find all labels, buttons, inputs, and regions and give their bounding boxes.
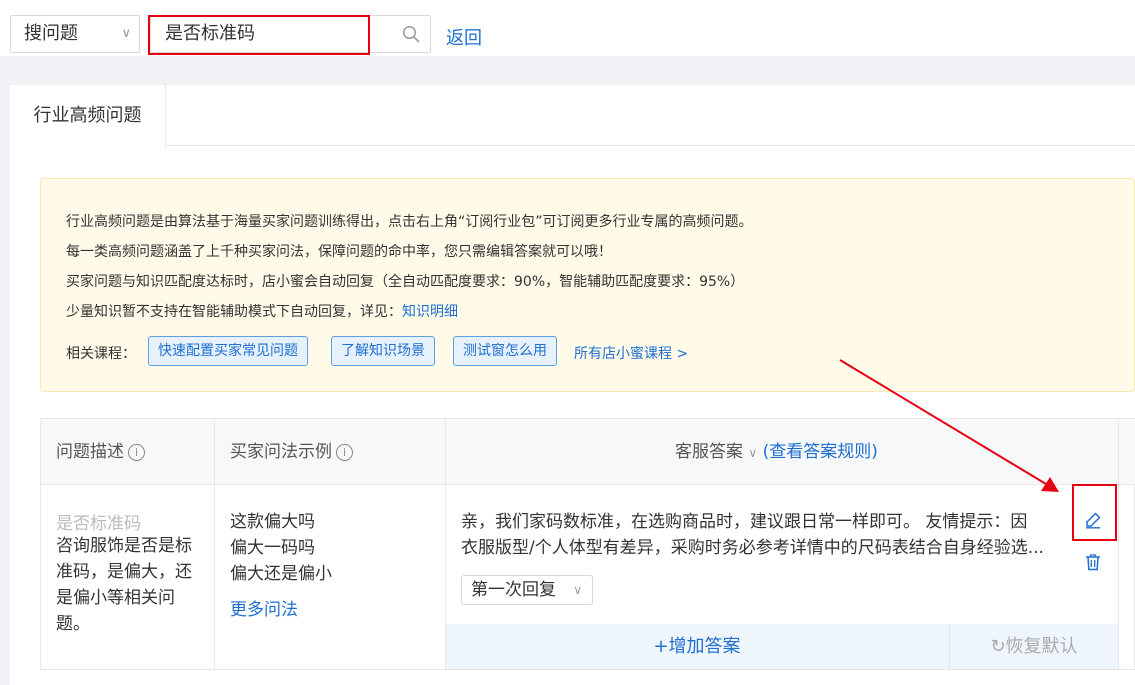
- search-highlight-box: [148, 15, 370, 55]
- table-header: [41, 419, 1135, 485]
- tab-industry-faq[interactable]: 行业高频问题: [10, 85, 166, 147]
- add-answer-button[interactable]: +增加答案: [446, 624, 948, 669]
- notice-line: 行业高频问题是由算法基于海量买家问题训练得出，点击右上角“订阅行业包”可订阅更多…: [66, 214, 753, 230]
- chevron-down-icon[interactable]: ∨: [748, 446, 757, 460]
- notice-line-text: 少量知识暂不支持在智能辅助模式下自动回复，详见：: [66, 304, 402, 320]
- main-card: 行业高频问题 行业高频问题是由算法基于海量买家问题训练得出，点击右上角“订阅行业…: [10, 85, 1135, 685]
- chevron-down-icon: ∨: [121, 26, 131, 41]
- info-icon[interactable]: i: [336, 444, 353, 461]
- notice-line: 每一类高频问题涵盖了上千种买家问法，保障问题的命中率，您只需编辑答案就可以哦！: [66, 244, 612, 260]
- question-title: 是否标准码: [56, 514, 141, 534]
- search-icon[interactable]: [402, 25, 420, 43]
- header-question-label: 问题描述: [56, 442, 124, 462]
- answer-actions: +增加答案 ↻恢复默认: [446, 624, 1118, 669]
- course-button[interactable]: 了解知识场景: [331, 336, 435, 366]
- header-answer-label[interactable]: 客服答案: [675, 442, 743, 462]
- answer-text: 亲，我们家码数标准，在选购商品时，建议跟日常一样即可。 友情提示：因 衣服版型/…: [461, 509, 1071, 561]
- trash-icon[interactable]: [1084, 553, 1102, 571]
- example-item: 偏大还是偏小: [230, 564, 332, 584]
- column-divider: [214, 419, 215, 669]
- course-button[interactable]: 测试窗怎么用: [453, 336, 557, 366]
- reply-order-select[interactable]: 第一次回复 ∨: [461, 575, 593, 605]
- knowledge-detail-link[interactable]: 知识明细: [402, 304, 458, 320]
- question-description: 咨询服饰是否是标准码，是偏大，还是偏小等相关问题。: [56, 536, 192, 634]
- header-examples: 买家问法示例 i: [230, 419, 353, 485]
- tab-bar: 行业高频问题: [10, 85, 1135, 147]
- restore-default-button[interactable]: ↻恢复默认: [949, 624, 1118, 669]
- example-item: 偏大一码吗: [230, 538, 315, 558]
- courses-label: 相关课程：: [66, 346, 136, 362]
- info-icon[interactable]: i: [128, 444, 145, 461]
- edit-highlight-box: [1072, 484, 1117, 541]
- header-examples-label: 买家问法示例: [230, 442, 332, 462]
- answer-line: 亲，我们家码数标准，在选购商品时，建议跟日常一样即可。 友情提示：因: [461, 512, 1028, 532]
- more-examples-link[interactable]: 更多问法: [230, 595, 298, 620]
- course-button[interactable]: 快速配置买家常见问题: [148, 336, 308, 366]
- search-scope-select[interactable]: 搜问题 ∨: [10, 15, 140, 53]
- restore-default-label: 恢复默认: [1005, 636, 1078, 657]
- reply-order-value: 第一次回复: [471, 580, 556, 600]
- column-divider: [1118, 419, 1119, 669]
- refresh-icon: ↻: [990, 636, 1006, 657]
- faq-table: 问题描述 i 买家问法示例 i 客服答案 ∨ (查看答案规则) 是否标准码 咨询服饰…: [40, 418, 1135, 670]
- all-courses-link[interactable]: 所有店小蜜课程 >: [574, 343, 688, 363]
- header-answer: 客服答案 ∨ (查看答案规则): [675, 419, 878, 486]
- header-question: 问题描述 i: [56, 419, 145, 485]
- answer-rule-link[interactable]: (查看答案规则): [763, 442, 878, 462]
- example-list: 这款偏大吗 偏大一码吗 偏大还是偏小: [230, 509, 332, 587]
- chevron-down-icon: ∨: [573, 583, 582, 597]
- notice-panel: 行业高频问题是由算法基于海量买家问题训练得出，点击右上角“订阅行业包”可订阅更多…: [40, 178, 1135, 392]
- notice-line: 买家问题与知识匹配度达标时，店小蜜会自动回复（全自动匹配度要求：90%，智能辅助…: [66, 274, 745, 290]
- search-scope-value: 搜问题: [24, 23, 78, 44]
- back-link[interactable]: 返回: [446, 24, 482, 50]
- notice-line: 少量知识暂不支持在智能辅助模式下自动回复，详见：知识明细: [66, 301, 458, 321]
- answer-line: 衣服版型/个人体型有差异，采购时务必参考详情中的尺码表结合自身经验选...: [461, 538, 1044, 558]
- example-item: 这款偏大吗: [230, 512, 315, 532]
